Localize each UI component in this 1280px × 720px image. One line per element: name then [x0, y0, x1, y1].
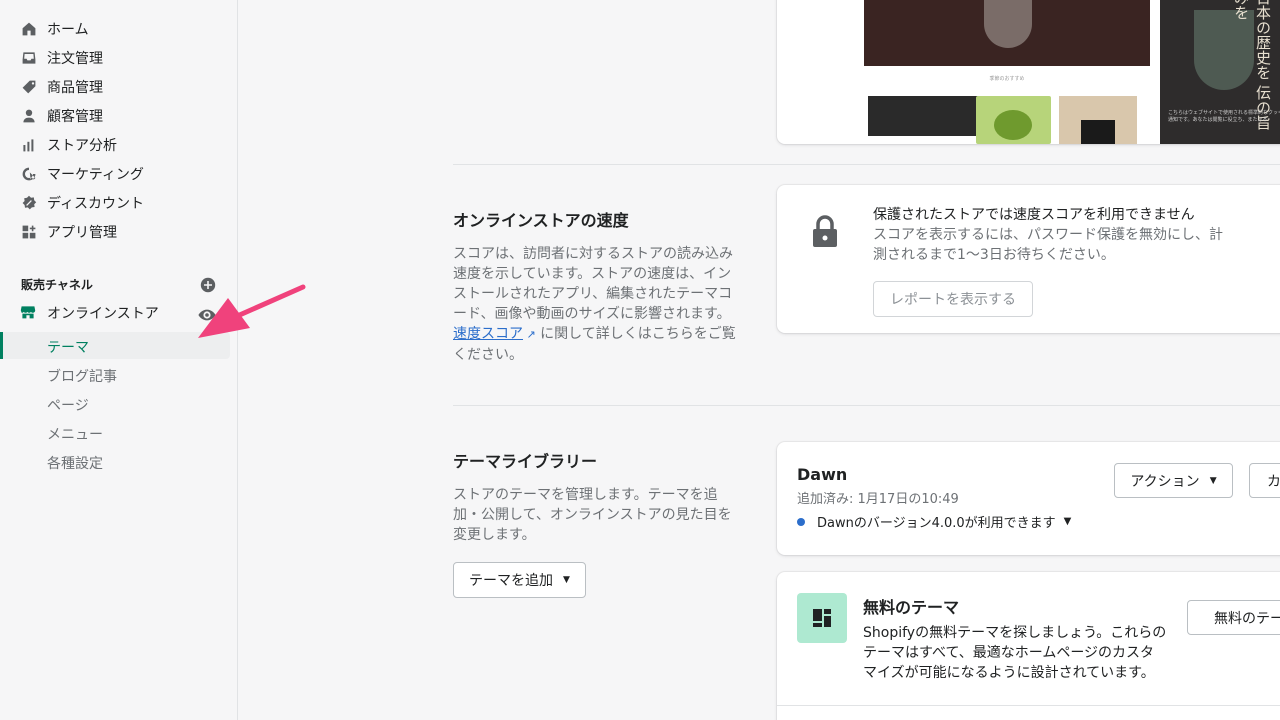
lock-icon: [813, 215, 837, 247]
preview-product-image: [976, 96, 1051, 144]
preview-product-image: [1059, 96, 1137, 144]
sidebar-item-label: 顧客管理: [47, 109, 103, 125]
preview-caption: 季節のおすすめ: [989, 76, 1025, 82]
caret-down-icon: ▼: [1063, 516, 1072, 527]
theme-library-title: テーマライブラリー: [453, 452, 598, 471]
external-link-icon: ↗: [523, 328, 536, 341]
explore-free-themes-button[interactable]: 無料のテー: [1187, 600, 1280, 635]
sidebar-item-products[interactable]: 商品管理: [12, 73, 230, 101]
mobile-preview: 日本の歴史を 伝の旨みを こちらはウェブサイトで使用される標準的なクッキー通知で…: [1160, 0, 1280, 144]
sidebar-item-home[interactable]: ホーム: [12, 15, 230, 43]
theme-version-notice[interactable]: Dawnのバージョン4.0.0が利用できます ▼: [797, 512, 1071, 531]
free-themes-card: 無料のテーマ Shopifyの無料テーマを探しましょう。これらのテーマはすべて、…: [777, 572, 1280, 720]
store-icon: [20, 304, 38, 322]
speed-score-link[interactable]: 速度スコア: [453, 326, 523, 342]
sidebar-item-analytics[interactable]: ストア分析: [12, 131, 230, 159]
speed-section-description: スコアは、訪問者に対するストアの読み込み速度を示しています。ストアの速度は、イン…: [453, 246, 736, 363]
section-divider: [453, 164, 1280, 165]
discount-icon: [20, 194, 38, 212]
theme-name: Dawn: [797, 465, 848, 484]
desktop-preview: 季節のおすすめ: [864, 0, 1150, 144]
sidebar-item-orders[interactable]: 注文管理: [12, 44, 230, 72]
preview-hero: [864, 0, 1150, 66]
sidebar-sub-themes[interactable]: テーマ: [47, 337, 89, 357]
speed-score-card: 保護されたストアでは速度スコアを利用できません スコアを表示するには、パスワード…: [777, 185, 1280, 333]
view-report-button[interactable]: レポートを表示する: [873, 281, 1033, 317]
sales-channels-heading: 販売チャネル: [21, 278, 93, 292]
orders-icon: [20, 49, 38, 67]
preview-cookie-text: こちらはウェブサイトで使用される標準的なクッキー通知です。あなたは閲覧に役立ち、…: [1168, 110, 1280, 123]
section-divider: [453, 405, 1280, 406]
sidebar-sub-preferences[interactable]: 各種設定: [47, 453, 103, 473]
theme-actions-button[interactable]: アクション ▼: [1114, 463, 1233, 498]
sidebar-item-label: マーケティング: [47, 167, 144, 183]
sidebar-sub-navigation[interactable]: メニュー: [47, 424, 103, 444]
preview-bottle: [984, 0, 1032, 48]
theme-preview-card[interactable]: 季節のおすすめ 日本の歴史を 伝の旨みを こちらはウェブサイトで使用される標準的…: [777, 0, 1280, 144]
tag-icon: [20, 78, 38, 96]
theme-library-description: ストアのテーマを管理します。テーマを追加・公開して、オンラインストアの見た目を変…: [453, 487, 732, 543]
preview-cookie-banner: [868, 96, 978, 136]
sidebar-item-label: ホーム: [47, 22, 89, 38]
caret-down-icon: ▼: [563, 575, 570, 585]
sidebar-item-customers[interactable]: 顧客管理: [12, 102, 230, 130]
customer-icon: [20, 107, 38, 125]
sidebar-item-label: オンラインストア: [47, 306, 159, 322]
theme-layout-icon: [797, 593, 847, 643]
caret-down-icon: ▼: [1209, 475, 1217, 486]
card-divider: [777, 705, 1280, 706]
sidebar-item-label: アプリ管理: [47, 225, 117, 241]
sidebar-item-discounts[interactable]: ディスカウント: [12, 189, 230, 217]
marketing-icon: [20, 165, 38, 183]
speed-card-title: 保護されたストアでは速度スコアを利用できません: [873, 207, 1195, 223]
analytics-icon: [20, 136, 38, 154]
theme-item-card: Dawn 追加済み: 1月17日の10:49 Dawnのバージョン4.0.0が利…: [777, 442, 1280, 555]
speed-section-title: オンラインストアの速度: [453, 211, 629, 230]
home-icon: [20, 20, 38, 38]
add-theme-button[interactable]: テーマを追加 ▼: [453, 562, 586, 598]
annotation-arrow-icon: [198, 284, 306, 338]
free-themes-title: 無料のテーマ: [863, 598, 960, 617]
speed-card-description: スコアを表示するには、パスワード保護を無効にし、計測されるまで1〜3日お待ちくだ…: [873, 227, 1223, 263]
sidebar-sub-blog-posts[interactable]: ブログ記事: [47, 366, 117, 386]
sidebar-item-label: 注文管理: [47, 51, 103, 67]
apps-icon: [20, 223, 38, 241]
customize-button[interactable]: カ: [1249, 463, 1280, 498]
sidebar-sub-pages[interactable]: ページ: [47, 395, 89, 415]
sidebar-item-label: ディスカウント: [47, 196, 145, 212]
sidebar: ホーム 注文管理 商品管理 顧客管理 ストア分析 マーケティング ディスカウント…: [0, 0, 238, 720]
sidebar-item-apps[interactable]: アプリ管理: [12, 218, 230, 246]
sidebar-item-label: 商品管理: [47, 80, 103, 96]
theme-added-date: 追加済み: 1月17日の10:49: [797, 492, 959, 507]
active-indicator: [0, 332, 3, 359]
sidebar-item-marketing[interactable]: マーケティング: [12, 160, 230, 188]
status-dot-icon: [797, 517, 805, 526]
free-themes-description: Shopifyの無料テーマを探しましょう。これらのテーマはすべて、最適なホームペ…: [863, 625, 1167, 681]
sidebar-item-label: ストア分析: [47, 138, 117, 154]
